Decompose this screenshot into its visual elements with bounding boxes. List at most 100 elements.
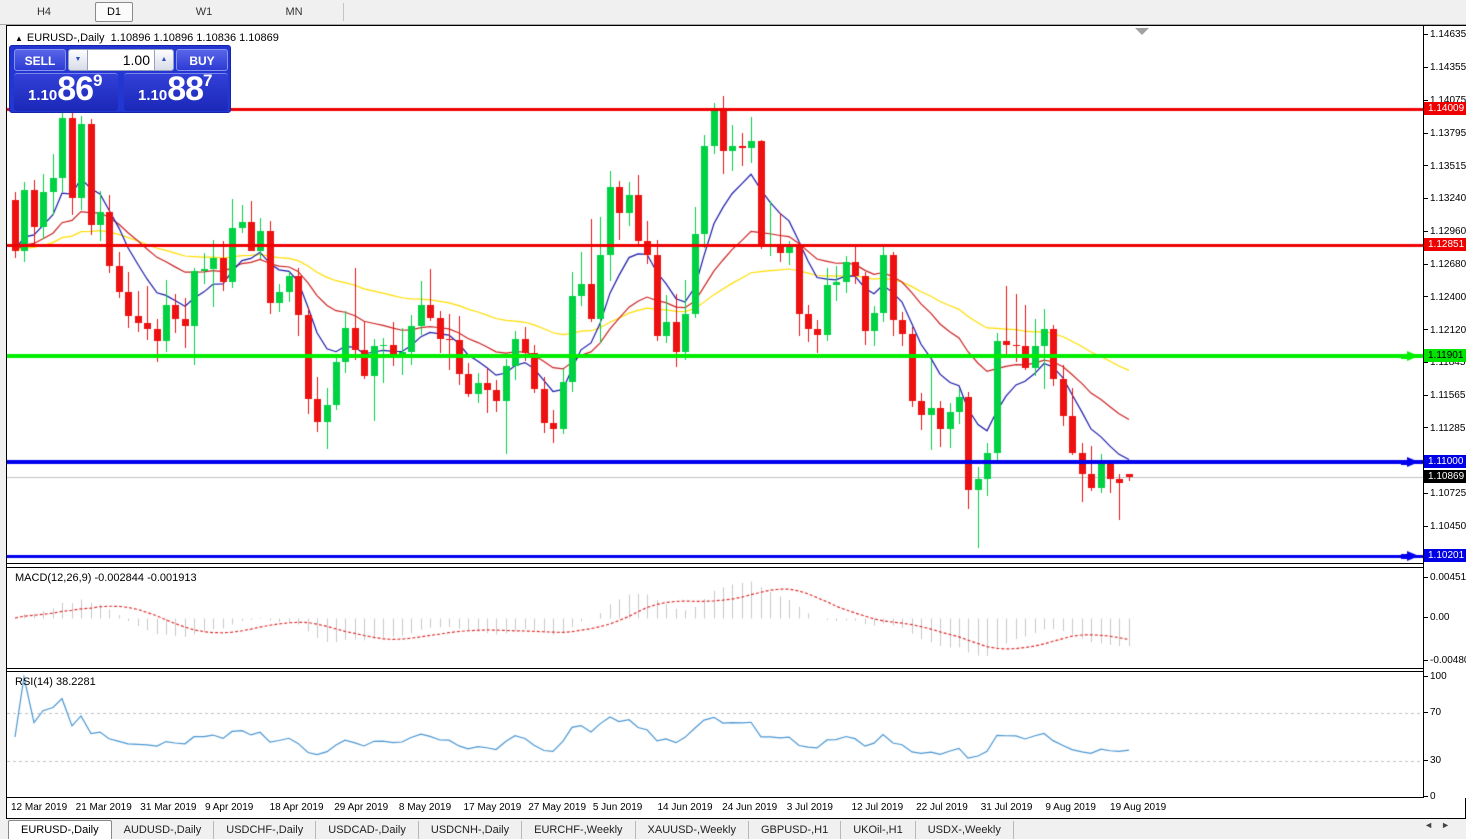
tab-usdchfdaily[interactable]: USDCHF-,Daily xyxy=(214,821,317,839)
date-axis-border xyxy=(7,797,1465,798)
pane-separator[interactable] xyxy=(7,567,1465,568)
tab-audusddaily[interactable]: AUDUSD-,Daily xyxy=(112,821,215,839)
axis-tick-value: 0.004517 xyxy=(1430,571,1466,583)
price-line-badge: 1.14009 xyxy=(1424,101,1466,115)
date-tick-label: 27 May 2019 xyxy=(528,802,587,813)
axis-tick-dash xyxy=(1424,427,1428,429)
collapse-panel-icon[interactable]: ▲ xyxy=(15,34,23,43)
timeframe-button-h4[interactable]: H4 xyxy=(25,2,63,22)
date-tick-label: 22 Jul 2019 xyxy=(916,802,968,813)
symbol-period-label: EURUSD-,Daily xyxy=(26,32,105,44)
volume-decrease-button[interactable]: ▼ xyxy=(68,49,88,71)
axis-tick-dash xyxy=(1424,576,1428,578)
date-tick-label: 31 Jul 2019 xyxy=(980,802,1033,813)
pane-separator[interactable] xyxy=(7,563,1465,564)
axis-tick-label: 1.13795 xyxy=(1424,128,1466,139)
axis-tick-label: -0.004806 xyxy=(1424,655,1466,666)
date-tick-label: 5 Jun 2019 xyxy=(592,802,643,813)
axis-tick-value: 1.10450 xyxy=(1430,520,1466,532)
axis-tick-dash xyxy=(1424,711,1428,713)
chart-window: 1.14635 1.14355 1.14075 1.13795 1.13515 1.132… xyxy=(6,25,1466,819)
axis-tick-label: 1.14355 xyxy=(1424,62,1466,73)
axis-tick-label: 1.13515 xyxy=(1424,161,1466,172)
axis-tick-value: 1.12120 xyxy=(1430,324,1466,336)
axis-tick-value: 1.12400 xyxy=(1430,291,1466,303)
axis-tick-value: 1.10725 xyxy=(1430,488,1466,500)
buy-price-prefix: 1.10 xyxy=(138,87,168,104)
date-tick-label: 19 Aug 2019 xyxy=(1110,802,1167,813)
tab-usdcnhdaily[interactable]: USDCNH-,Daily xyxy=(419,821,523,839)
tab-scroll-right-icon[interactable]: ► xyxy=(1441,820,1458,830)
toolbar-separator xyxy=(343,3,344,21)
current-price-badge: 1.10869 xyxy=(1424,470,1466,484)
price-line-badge: 1.12851 xyxy=(1424,237,1466,251)
axis-tick-dash xyxy=(1424,99,1428,101)
buy-price-big: 88 xyxy=(167,70,204,108)
axis-tick-value: 1.11285 xyxy=(1430,422,1466,434)
axis-tick-dash xyxy=(1424,197,1428,199)
buy-price-display[interactable]: 1.10887 xyxy=(124,70,228,111)
axis-tick-value: 1.13515 xyxy=(1430,160,1466,172)
axis-tick-value: 30 xyxy=(1430,755,1442,766)
axis-tick-value: 100 xyxy=(1430,671,1447,682)
sell-price-display[interactable]: 1.10869 xyxy=(14,70,118,111)
axis-tick-label: 1.10450 xyxy=(1424,521,1466,532)
axis-tick-dash xyxy=(1424,263,1428,265)
tab-ukoilh1[interactable]: UKOil-,H1 xyxy=(841,821,916,839)
sell-price-prefix: 1.10 xyxy=(28,87,58,104)
axis-tick-value: 0.00 xyxy=(1430,612,1450,623)
axis-tick-value: 1.12960 xyxy=(1430,225,1466,237)
buy-button[interactable]: BUY xyxy=(176,49,228,71)
tab-scroll-arrows: ◄► xyxy=(1424,820,1458,830)
axis-tick-value: 0 xyxy=(1430,791,1436,802)
volume-input[interactable]: 1.00 xyxy=(88,49,154,71)
tab-usdxweekly[interactable]: USDX-,Weekly xyxy=(916,821,1014,839)
axis-tick-label: 1.12960 xyxy=(1424,226,1466,237)
one-click-trading-panel: SELL ▼ 1.00 ▲ BUY 1.10869 1.10887 xyxy=(9,45,231,113)
date-tick-label: 24 Jun 2019 xyxy=(722,802,778,813)
timeframe-toolbar: H4 D1 W1 MN xyxy=(0,0,1466,25)
price-line-badge: 1.10201 xyxy=(1424,548,1466,562)
arrow-down-icon: ▼ xyxy=(74,56,82,63)
arrow-up-icon: ▲ xyxy=(160,56,168,63)
rsi-indicator-canvas[interactable] xyxy=(7,673,1423,798)
chart-tab-bar: EURUSD-,Daily AUDUSD-,Daily USDCHF-,Daily U… xyxy=(0,820,1466,839)
price-line-badge: 1.11000 xyxy=(1424,455,1466,469)
axis-tick-dash xyxy=(1424,66,1428,68)
axis-tick-label: 0 xyxy=(1424,791,1436,802)
tab-eurusddaily[interactable]: EURUSD-,Daily xyxy=(8,820,112,839)
axis-tick-label: 0.00 xyxy=(1424,612,1449,623)
tab-xauusdweekly[interactable]: XAUUSD-,Weekly xyxy=(636,821,749,839)
macd-indicator-canvas[interactable] xyxy=(7,569,1423,668)
axis-tick-dash xyxy=(1424,493,1428,495)
tab-eurchfweekly[interactable]: EURCHF-,Weekly xyxy=(522,821,636,839)
sell-button[interactable]: SELL xyxy=(14,49,66,71)
tab-usdcaddaily[interactable]: USDCAD-,Daily xyxy=(316,821,419,839)
axis-tick-dash xyxy=(1424,616,1428,618)
axis-tick-label: 70 xyxy=(1424,707,1441,718)
price-line-badge: 1.11901 xyxy=(1424,349,1466,363)
timeframe-button-w1[interactable]: W1 xyxy=(185,2,223,22)
date-tick-label: 8 May 2019 xyxy=(398,802,452,813)
chart-shift-marker-icon[interactable] xyxy=(1135,28,1149,35)
axis-tick-dash xyxy=(1424,795,1428,797)
tab-scroll-left-icon[interactable]: ◄ xyxy=(1424,820,1441,830)
date-tick-label: 3 Jul 2019 xyxy=(786,802,833,813)
tab-gbpusdh1[interactable]: GBPUSD-,H1 xyxy=(749,821,842,839)
macd-label: MACD(12,26,9) -0.002844 -0.001913 xyxy=(15,572,197,584)
axis-tick-dash xyxy=(1424,675,1428,677)
timeframe-button-d1[interactable]: D1 xyxy=(95,2,133,22)
date-tick-label: 12 Mar 2019 xyxy=(11,802,68,813)
date-tick-label: 14 Jun 2019 xyxy=(657,802,713,813)
sell-price-big: 86 xyxy=(57,70,94,108)
pane-separator[interactable] xyxy=(7,671,1465,672)
axis-tick-value: 1.14355 xyxy=(1430,61,1466,73)
pane-separator[interactable] xyxy=(7,668,1465,669)
axis-tick-label: 1.10725 xyxy=(1424,488,1466,499)
mt4-terminal: H4 D1 W1 MN 1.14635 1.14355 1.14075 1.13795 1.1… xyxy=(0,0,1466,839)
axis-tick-dash xyxy=(1424,759,1428,761)
price-axis[interactable]: 1.14635 1.14355 1.14075 1.13795 1.13515 1.132… xyxy=(1423,26,1466,802)
volume-increase-button[interactable]: ▲ xyxy=(154,49,174,71)
axis-tick-dash xyxy=(1424,132,1428,134)
timeframe-button-mn[interactable]: MN xyxy=(275,2,313,22)
